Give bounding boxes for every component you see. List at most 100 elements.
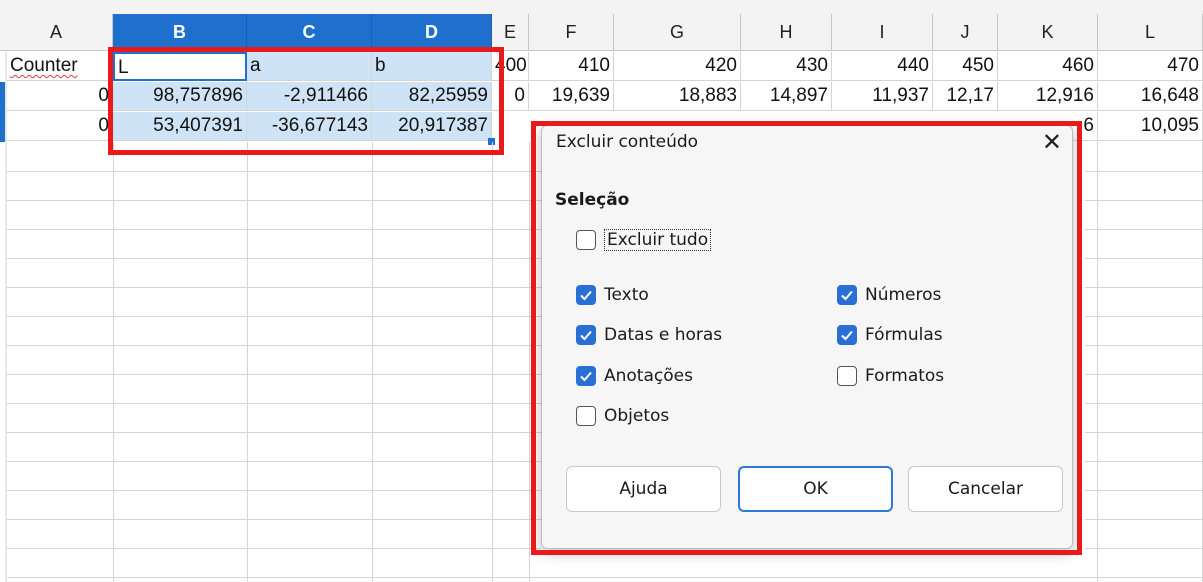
column-header-d[interactable]: D xyxy=(372,14,492,51)
cell-b2[interactable]: 98,757896 xyxy=(113,82,247,111)
grid-line xyxy=(1085,200,1203,201)
cell-d3[interactable]: 20,917387 xyxy=(372,112,492,141)
grid-line xyxy=(1097,142,1098,582)
cell-k1[interactable]: 460 xyxy=(998,52,1098,81)
cell-a3[interactable]: 0 xyxy=(7,112,113,141)
column-header-a[interactable]: A xyxy=(0,14,113,51)
checkbox-checked-icon xyxy=(576,325,596,345)
grid-line xyxy=(7,519,541,520)
cell-e2[interactable]: 0 xyxy=(492,82,529,111)
text-label: Texto xyxy=(604,285,649,305)
column-header-f[interactable]: F xyxy=(529,14,614,51)
cell-g2[interactable]: 18,883 xyxy=(614,82,741,111)
numbers-label: Números xyxy=(865,285,942,305)
dates-times-label: Datas e horas xyxy=(604,325,723,345)
cell-c1[interactable]: a xyxy=(247,52,372,81)
grid-line xyxy=(1085,490,1203,491)
cell-i1[interactable]: 440 xyxy=(832,52,933,81)
checkbox-checked-icon xyxy=(576,285,596,305)
cell-a1-text: Counter xyxy=(10,55,78,76)
delete-contents-dialog: Excluir conteúdo ✕ Seleção Excluir tudo … xyxy=(541,125,1073,549)
cell-g1[interactable]: 420 xyxy=(614,52,741,81)
cell-e1[interactable]: 400 xyxy=(492,52,529,81)
selection-section-label: Seleção xyxy=(555,190,630,210)
grid-line xyxy=(7,316,541,317)
objects-checkbox[interactable]: Objetos xyxy=(576,403,669,429)
grid-line xyxy=(247,142,248,582)
cell-l1[interactable]: 470 xyxy=(1098,52,1203,81)
column-header-c[interactable]: C xyxy=(247,14,372,51)
delete-all-label: Excluir tudo xyxy=(604,229,712,251)
grid-line xyxy=(7,490,541,491)
cell-k2[interactable]: 12,916 xyxy=(998,82,1098,111)
checkbox-checked-icon xyxy=(576,366,596,386)
cell-j1[interactable]: 450 xyxy=(933,52,998,81)
checkbox-unchecked-icon xyxy=(837,366,857,386)
grid-line xyxy=(1085,374,1203,375)
cell-f2[interactable]: 19,639 xyxy=(529,82,614,111)
formulas-checkbox[interactable]: Fórmulas xyxy=(837,322,943,348)
help-button[interactable]: Ajuda xyxy=(566,466,721,512)
formats-label: Formatos xyxy=(865,366,945,386)
grid-line xyxy=(372,142,373,582)
numbers-checkbox[interactable]: Números xyxy=(837,282,941,308)
column-header-e[interactable]: E xyxy=(492,14,529,51)
column-header-j[interactable]: J xyxy=(933,14,998,51)
column-header-k[interactable]: K xyxy=(998,14,1098,51)
grid-line xyxy=(7,258,541,259)
grid-line xyxy=(1085,171,1203,172)
cell-a1[interactable]: Counter xyxy=(7,52,113,81)
cell-c3[interactable]: -36,677143 xyxy=(247,112,372,141)
grid-line xyxy=(1085,461,1203,462)
cell-d1[interactable]: b xyxy=(372,52,492,81)
cell-l3[interactable]: 10,095 xyxy=(1098,112,1203,141)
row-header-strip xyxy=(5,52,7,582)
delete-all-checkbox[interactable]: Excluir tudo xyxy=(576,227,712,253)
grid-line xyxy=(7,432,541,433)
column-header-b[interactable]: B xyxy=(113,14,247,51)
column-header-l[interactable]: L xyxy=(1098,14,1203,51)
grid-line xyxy=(113,142,114,582)
formats-checkbox[interactable]: Formatos xyxy=(837,363,944,389)
cell-h2[interactable]: 14,897 xyxy=(741,82,832,111)
text-checkbox[interactable]: Texto xyxy=(576,282,649,308)
cell-f1[interactable]: 410 xyxy=(529,52,614,81)
cell-h1[interactable]: 430 xyxy=(741,52,832,81)
objects-label: Objetos xyxy=(604,406,670,426)
grid-line xyxy=(7,577,1203,578)
cell-a2[interactable]: 0 xyxy=(7,82,113,111)
column-header-g[interactable]: G xyxy=(614,14,741,51)
grid-line xyxy=(1085,287,1203,288)
toolbar-strip xyxy=(0,0,1203,14)
grid-line xyxy=(1085,432,1203,433)
cell-d2[interactable]: 82,25959 xyxy=(372,82,492,111)
grid-line xyxy=(1085,316,1203,317)
grid-line xyxy=(1085,403,1203,404)
cell-b3[interactable]: 53,407391 xyxy=(113,112,247,141)
grid-line xyxy=(1085,258,1203,259)
formulas-label: Fórmulas xyxy=(865,325,943,345)
grid-line xyxy=(7,287,541,288)
grid-line xyxy=(7,345,541,346)
grid-line xyxy=(1085,345,1203,346)
cell-i2[interactable]: 11,937 xyxy=(832,82,933,111)
comments-checkbox[interactable]: Anotações xyxy=(576,363,693,389)
grid-line xyxy=(1085,519,1203,520)
cell-c2[interactable]: -2,911466 xyxy=(247,82,372,111)
grid-line xyxy=(7,403,541,404)
ok-button[interactable]: OK xyxy=(738,466,893,512)
grid-line xyxy=(7,200,541,201)
cancel-button[interactable]: Cancelar xyxy=(908,466,1063,512)
close-icon[interactable]: ✕ xyxy=(1042,130,1062,154)
cell-j2[interactable]: 12,17 xyxy=(933,82,998,111)
cell-l2[interactable]: 16,648 xyxy=(1098,82,1203,111)
grid-line xyxy=(7,229,541,230)
dates-times-checkbox[interactable]: Datas e horas xyxy=(576,322,722,348)
dialog-title: Excluir conteúdo xyxy=(556,132,699,152)
cell-b1[interactable]: L xyxy=(113,52,247,81)
column-header-i[interactable]: I xyxy=(832,14,933,51)
grid-line xyxy=(7,171,541,172)
column-header-h[interactable]: H xyxy=(741,14,832,51)
grid-line xyxy=(7,374,541,375)
checkbox-unchecked-icon xyxy=(576,230,596,250)
